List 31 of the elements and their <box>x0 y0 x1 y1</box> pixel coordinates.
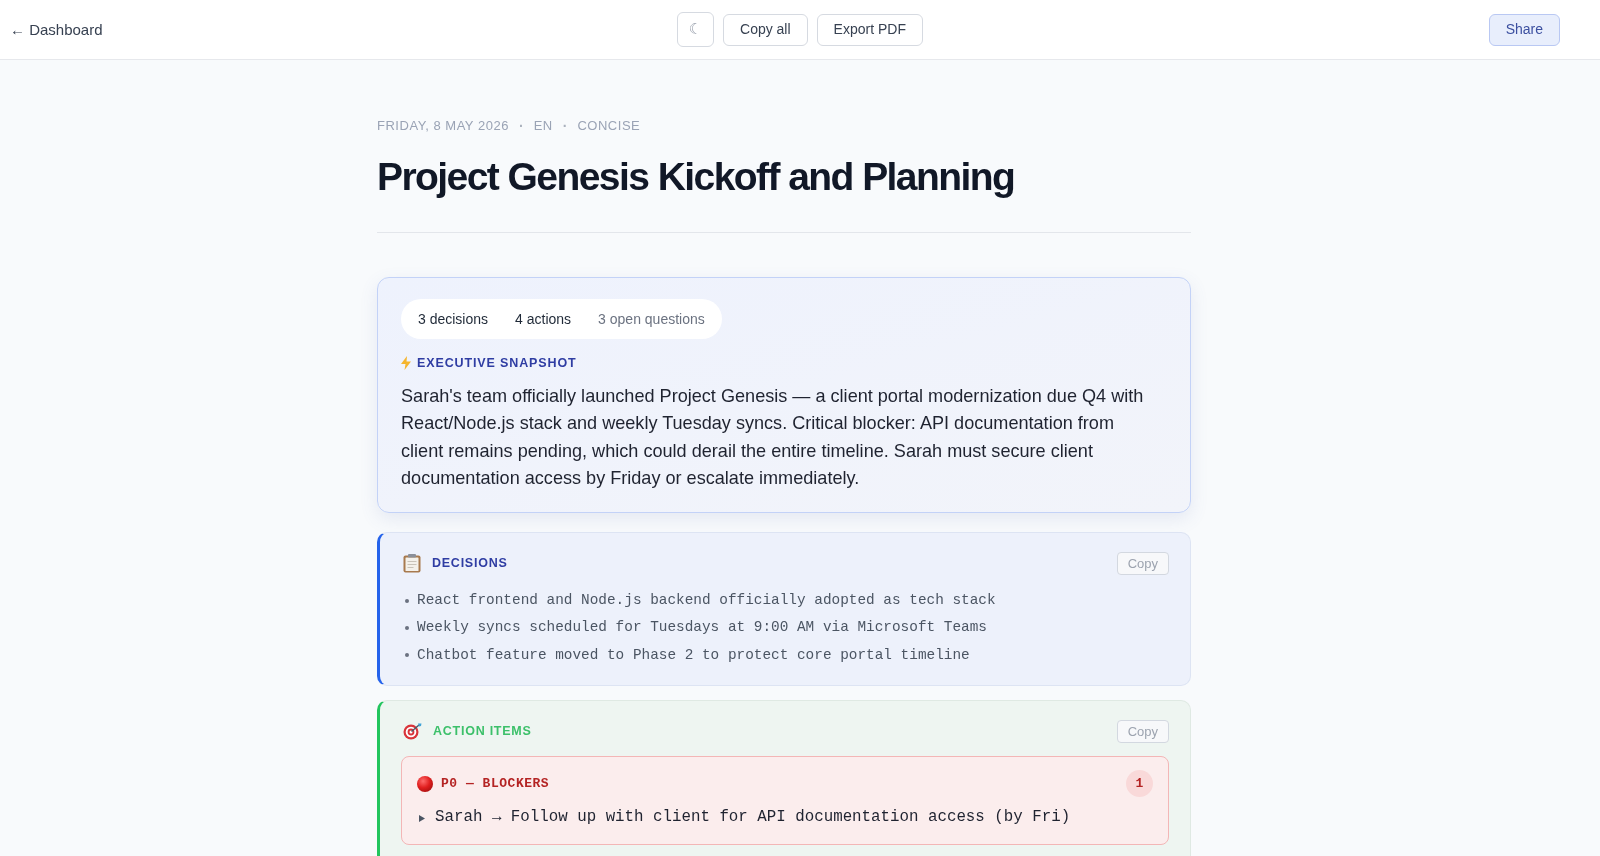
bullet-icon <box>405 626 409 631</box>
decision-item: Weekly syncs scheduled for Tuesdays at 9:00 AM via Microsoft Teams <box>417 618 987 638</box>
priority-dot-icon <box>417 775 433 792</box>
count-badge: 1 <box>1126 770 1153 798</box>
stat-label: 3 open questions <box>598 309 705 329</box>
share-button[interactable]: Share <box>1488 13 1560 46</box>
toolbar-button[interactable]: Export PDF <box>816 13 923 46</box>
priority-title: P0 — BLOCKERS <box>441 774 550 793</box>
bullet-icon <box>405 598 409 603</box>
meta-separator: · <box>562 116 568 136</box>
target-icon <box>403 723 422 741</box>
back-link[interactable]: ← Dashboard <box>10 20 103 38</box>
stat-label: 3 decisions <box>418 309 489 329</box>
bullet-icon <box>405 653 409 658</box>
meta-label: CONCISE <box>577 117 641 136</box>
section-title: DECISIONS <box>432 555 508 573</box>
action-item: Sarah → Follow up with client for API documentation access (by Fri) <box>435 807 1071 829</box>
meta-separator: · <box>518 116 524 136</box>
lightning-icon <box>401 356 411 370</box>
page-title: Project Genesis Kickoff and Planning <box>377 154 1016 200</box>
decision-item: React frontend and Node.js backend officially adopted as tech stack <box>417 591 996 611</box>
stat-label: 4 actions <box>515 309 572 329</box>
meta-label: EN <box>533 117 553 136</box>
meta-label: FRIDAY, 8 MAY 2026 <box>377 117 509 136</box>
snapshot-summary: Sarah's team officially launched Project Genesis — a client portal modernization due Q4 with React/Node.js stack and weekly Tuesday syncs. Critical blocker: API documentation from client remains pending, which could derail the entire timeline. Sarah must secure client documentation access by Friday or escalate immediately. <box>401 385 1145 490</box>
toolbar-button[interactable]: Copy all <box>723 13 808 46</box>
clipboard-icon <box>403 554 421 574</box>
decision-item: Chatbot feature moved to Phase 2 to protect core portal timeline <box>417 645 970 665</box>
snapshot-label: EXECUTIVE SNAPSHOT <box>417 354 577 372</box>
triangle-icon <box>419 814 425 822</box>
section-title: ACTION ITEMS <box>433 723 532 741</box>
